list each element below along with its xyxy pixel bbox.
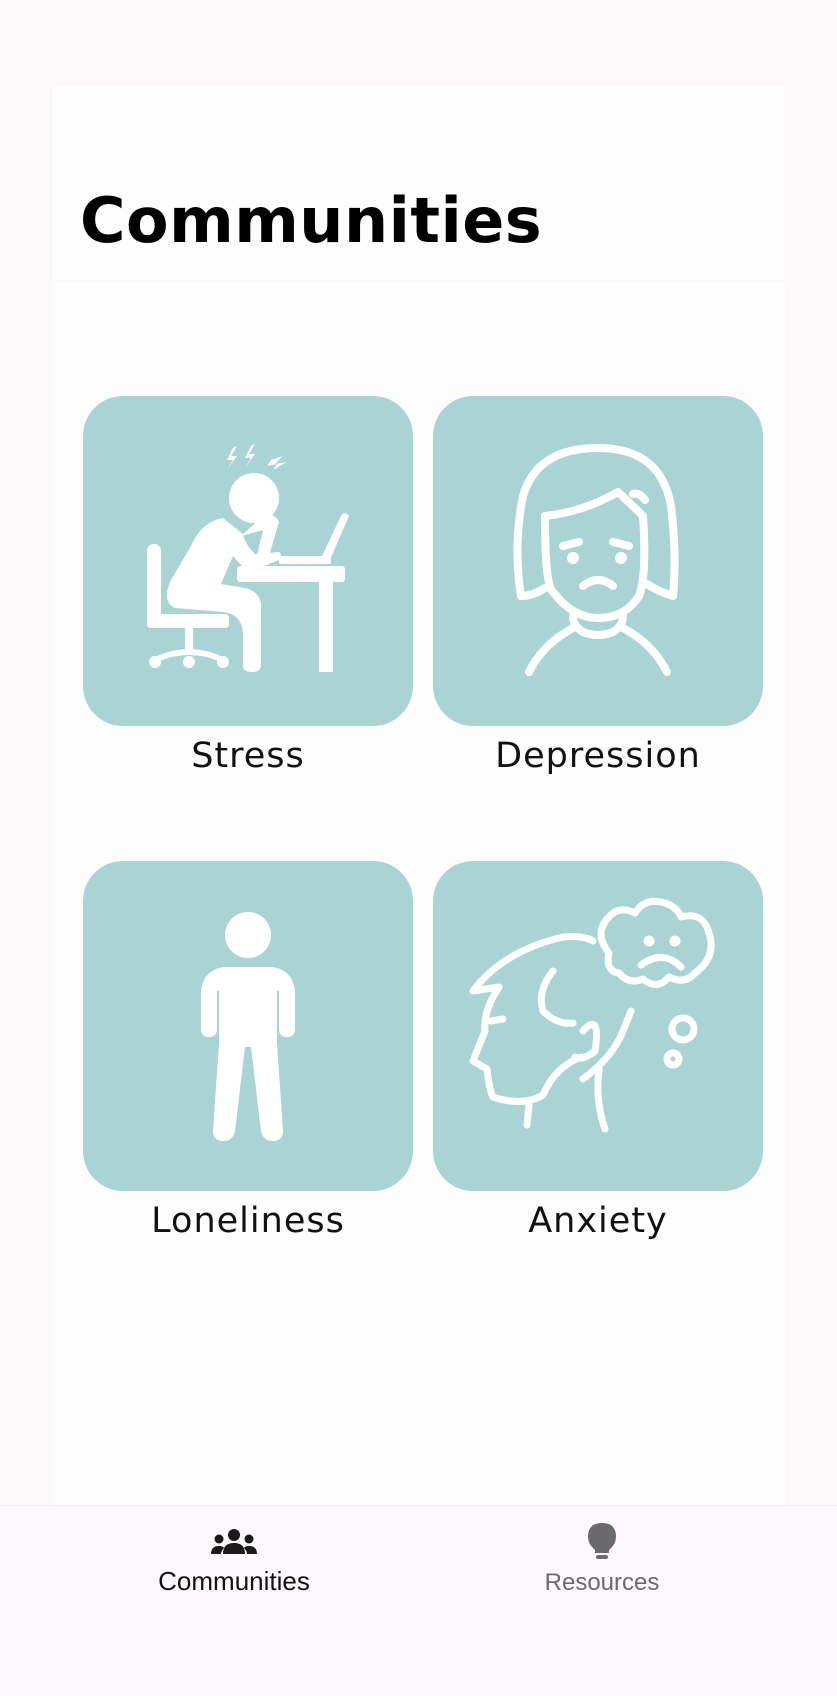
nav-item-resources[interactable]: Resources bbox=[452, 1506, 752, 1626]
sad-face-icon bbox=[513, 444, 679, 676]
anxiety-label: Anxiety bbox=[528, 1201, 668, 1241]
depression-label: Depression bbox=[495, 736, 701, 776]
groups-icon bbox=[211, 1529, 257, 1554]
anxiety-tile-image bbox=[433, 861, 763, 1191]
lightbulb-icon bbox=[588, 1523, 616, 1559]
nav-item-communities[interactable]: Communities bbox=[84, 1506, 384, 1626]
bottom-navigation: Communities Resources bbox=[0, 1505, 837, 1696]
nav-label-communities: Communities bbox=[158, 1566, 310, 1596]
community-tile-stress[interactable]: Stress bbox=[83, 396, 413, 786]
loneliness-label: Loneliness bbox=[151, 1201, 345, 1241]
content-card bbox=[52, 86, 785, 1506]
loneliness-tile-image bbox=[83, 861, 413, 1191]
stress-label: Stress bbox=[191, 736, 305, 776]
anxious-thought-icon bbox=[469, 897, 715, 1133]
depression-tile-image bbox=[433, 396, 763, 726]
stress-tile-image bbox=[83, 396, 413, 726]
community-tile-depression[interactable]: Depression bbox=[433, 396, 763, 786]
community-tile-loneliness[interactable]: Loneliness bbox=[83, 861, 413, 1251]
community-tile-anxiety[interactable]: Anxiety bbox=[433, 861, 763, 1251]
page-title: Communities bbox=[80, 184, 543, 257]
nav-label-resources: Resources bbox=[544, 1569, 660, 1596]
lone-person-icon bbox=[201, 912, 295, 1141]
stressed-at-desk-icon bbox=[147, 444, 349, 672]
